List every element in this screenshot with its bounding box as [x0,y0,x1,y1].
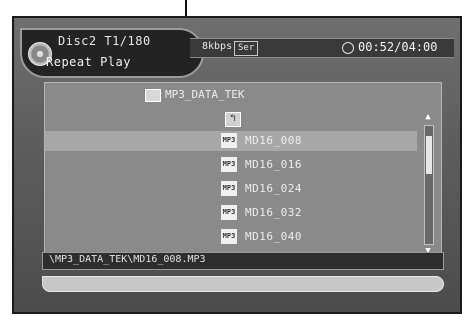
parent-folder-row[interactable]: ↰ [45,109,417,129]
mp3-file-icon: MP3 [221,181,237,196]
mp3-file-icon: MP3 [221,133,237,148]
file-row[interactable]: MP3 MD16_016 [45,155,417,175]
file-path-bar: \MP3_DATA_TEK\MD16_008.MP3 [42,252,444,270]
mp3-file-icon: MP3 [221,157,237,172]
file-row[interactable]: MP3 MD16_040 [45,227,417,247]
file-name: MD16_040 [245,230,302,243]
file-name: MD16_008 [245,134,302,147]
player-screen: Disc2 T1/180 Repeat Play 8kbps Ser 00:52… [12,16,462,314]
parent-folder-icon: ↰ [225,112,241,127]
scroll-thumb[interactable] [426,135,432,174]
scrollbar[interactable]: ▲ ▼ [421,111,435,259]
file-name: MD16_024 [245,182,302,195]
status-header-bar: 8kbps Ser 00:52/04:00 [190,38,454,58]
clock-icon [342,42,354,54]
time-display: 00:52/04:00 [358,40,438,54]
scroll-track[interactable] [424,125,434,245]
play-mode-label: Repeat Play [46,55,131,69]
file-browser: MP3_DATA_TEK ↰ MP3 MD16_008 MP3 MD16_016… [44,82,442,266]
current-folder: MP3_DATA_TEK [45,87,441,105]
bitrate-label: 8kbps [202,41,233,52]
mp3-file-icon: MP3 [221,229,237,244]
folder-name: MP3_DATA_TEK [165,88,245,101]
mp3-file-icon: MP3 [221,205,237,220]
track-info: Disc2 T1/180 [58,34,151,48]
track-header: Disc2 T1/180 Repeat Play [20,28,204,78]
bottom-bar [42,276,444,292]
file-row[interactable]: MP3 MD16_024 [45,179,417,199]
file-path: \MP3_DATA_TEK\MD16_008.MP3 [49,254,206,265]
file-row[interactable]: MP3 MD16_032 [45,203,417,223]
folder-icon [145,89,161,102]
file-name: MD16_016 [245,158,302,171]
codec-badge: Ser [234,41,259,56]
scroll-up-icon[interactable]: ▲ [421,111,435,123]
file-name: MD16_032 [245,206,302,219]
file-row[interactable]: MP3 MD16_008 [45,131,417,151]
